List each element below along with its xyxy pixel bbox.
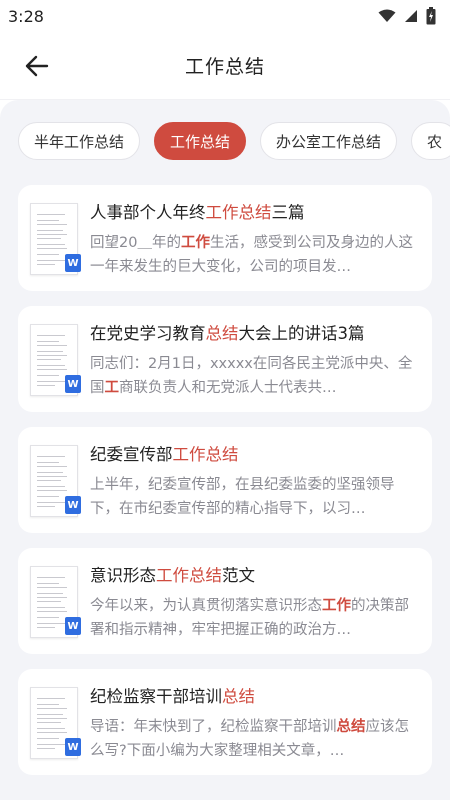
word-badge-icon: W bbox=[65, 375, 81, 393]
content-area: 半年工作总结 工作总结 办公室工作总结农 W 人事部个人年终工作总结三篇 回望20＿年的… bbox=[0, 100, 450, 800]
word-document-icon: W bbox=[30, 203, 81, 275]
tab-label: 半年工作总结 bbox=[34, 132, 125, 151]
title-keyword: 工作总结 bbox=[172, 445, 239, 464]
title-text: 纪委宣传部 bbox=[90, 445, 173, 464]
word-badge-icon: W bbox=[65, 738, 81, 756]
summary-text: 导语：年末快到了，纪检监察干部培训 bbox=[90, 719, 337, 735]
article-card[interactable]: W 人事部个人年终工作总结三篇回望20＿年的工作生活，感受到公司及身边的人这一年来… bbox=[18, 185, 432, 291]
tab-label: 农 bbox=[427, 132, 443, 151]
summary-keyword: 总结 bbox=[336, 719, 366, 735]
summary-text: 上半年，纪委宣传部，在县纪委监委的坚强领导下，在市纪委宣传部的精心指导下，以习… bbox=[90, 477, 395, 517]
title-text: 人事部个人年终 bbox=[90, 203, 206, 222]
article-summary: 导语：年末快到了，纪检监察干部培训总结应该怎么写?下面小编为大家整理相关文章，… bbox=[90, 715, 418, 763]
article-summary: 上半年，纪委宣传部，在县纪委监委的坚强领导下，在市纪委宣传部的精心指导下，以习… bbox=[90, 473, 418, 521]
article-card[interactable]: W 在党史学习教育总结大会上的讲话3篇同志们：2月1日，xxxxx在同各民主党派中… bbox=[18, 306, 432, 412]
tab-3[interactable]: 农 bbox=[411, 122, 450, 160]
article-card[interactable]: W 意识形态工作总结范文今年以来，为认真贯彻落实意识形态工作的决策部署和指示精神，… bbox=[18, 548, 432, 654]
summary-text: 回望20＿年的 bbox=[90, 235, 181, 251]
status-icons bbox=[378, 7, 436, 25]
title-text: 大会上的讲话3篇 bbox=[238, 324, 365, 343]
title-keyword: 总结 bbox=[222, 687, 255, 706]
title-text: 在党史学习教育 bbox=[90, 324, 206, 343]
article-summary: 今年以来，为认真贯彻落实意识形态工作的决策部署和指示精神，牢牢把握正确的政治方… bbox=[90, 594, 418, 642]
title-keyword: 工作总结 bbox=[156, 566, 222, 585]
page-title: 工作总结 bbox=[184, 56, 265, 78]
word-document-icon: W bbox=[30, 566, 81, 638]
tab-label: 工作总结 bbox=[170, 132, 231, 151]
word-badge-icon: W bbox=[65, 617, 81, 635]
article-summary: 回望20＿年的工作生活，感受到公司及身边的人这一年来发生的巨大变化，公司的项目发… bbox=[90, 231, 418, 279]
summary-keyword: 工作 bbox=[180, 235, 210, 251]
title-text: 三篇 bbox=[271, 203, 305, 222]
signal-icon bbox=[405, 10, 417, 22]
word-document-icon: W bbox=[30, 687, 81, 759]
article-title: 在党史学习教育总结大会上的讲话3篇 bbox=[90, 322, 418, 346]
article-title: 纪委宣传部工作总结 bbox=[90, 443, 418, 467]
title-text: 意识形态 bbox=[90, 566, 156, 585]
tab-0[interactable]: 半年工作总结 bbox=[18, 122, 141, 160]
article-card[interactable]: W 纪委宣传部工作总结上半年，纪委宣传部，在县纪委监委的坚强领导下，在市纪委宣传部… bbox=[18, 427, 432, 533]
arrow-left-icon[interactable] bbox=[22, 52, 50, 80]
app-header: 工作总结 bbox=[0, 32, 450, 100]
article-list: W 人事部个人年终工作总结三篇 回望20＿年的工作生活，感受到公司及身边的人这一年来… bbox=[0, 160, 450, 775]
article-title: 人事部个人年终工作总结三篇 bbox=[90, 201, 418, 225]
summary-keyword: 工 bbox=[104, 380, 120, 396]
article-card[interactable]: W 纪检监察干部培训总结 导语：年末快到了，纪检监察干部培训总结应该怎么写?下面小编… bbox=[18, 669, 432, 775]
tab-1[interactable]: 工作总结 bbox=[154, 122, 247, 160]
summary-text: 今年以来，为认真贯彻落实意识形态 bbox=[90, 598, 322, 614]
word-badge-icon: W bbox=[65, 496, 81, 514]
summary-text: 商联负责人和无党派人士代表共… bbox=[119, 380, 337, 396]
word-document-icon: W bbox=[30, 445, 81, 517]
title-keyword: 总结 bbox=[205, 324, 239, 343]
status-time: 3:28 bbox=[8, 6, 44, 26]
title-text: 范文 bbox=[222, 566, 255, 585]
word-badge-icon: W bbox=[65, 254, 81, 272]
status-bar: 3:28 bbox=[0, 0, 450, 32]
summary-keyword: 工作 bbox=[322, 598, 351, 614]
article-summary: 同志们：2月1日，xxxxx在同各民主党派中央、全国工商联负责人和无党派人士代表… bbox=[90, 352, 418, 400]
article-title: 纪检监察干部培训总结 bbox=[90, 685, 418, 709]
category-tabs: 半年工作总结 工作总结 办公室工作总结 农 bbox=[0, 100, 450, 160]
word-document-icon: W bbox=[30, 324, 81, 396]
tab-label: 办公室工作总结 bbox=[276, 132, 382, 151]
tab-2[interactable]: 办公室工作总结 bbox=[260, 122, 398, 160]
wifi-icon bbox=[378, 9, 396, 22]
battery-icon bbox=[426, 7, 436, 25]
article-title: 意识形态工作总结范文 bbox=[90, 564, 418, 588]
title-text: 纪检监察干部培训 bbox=[90, 687, 222, 706]
title-keyword: 工作总结 bbox=[205, 203, 272, 222]
